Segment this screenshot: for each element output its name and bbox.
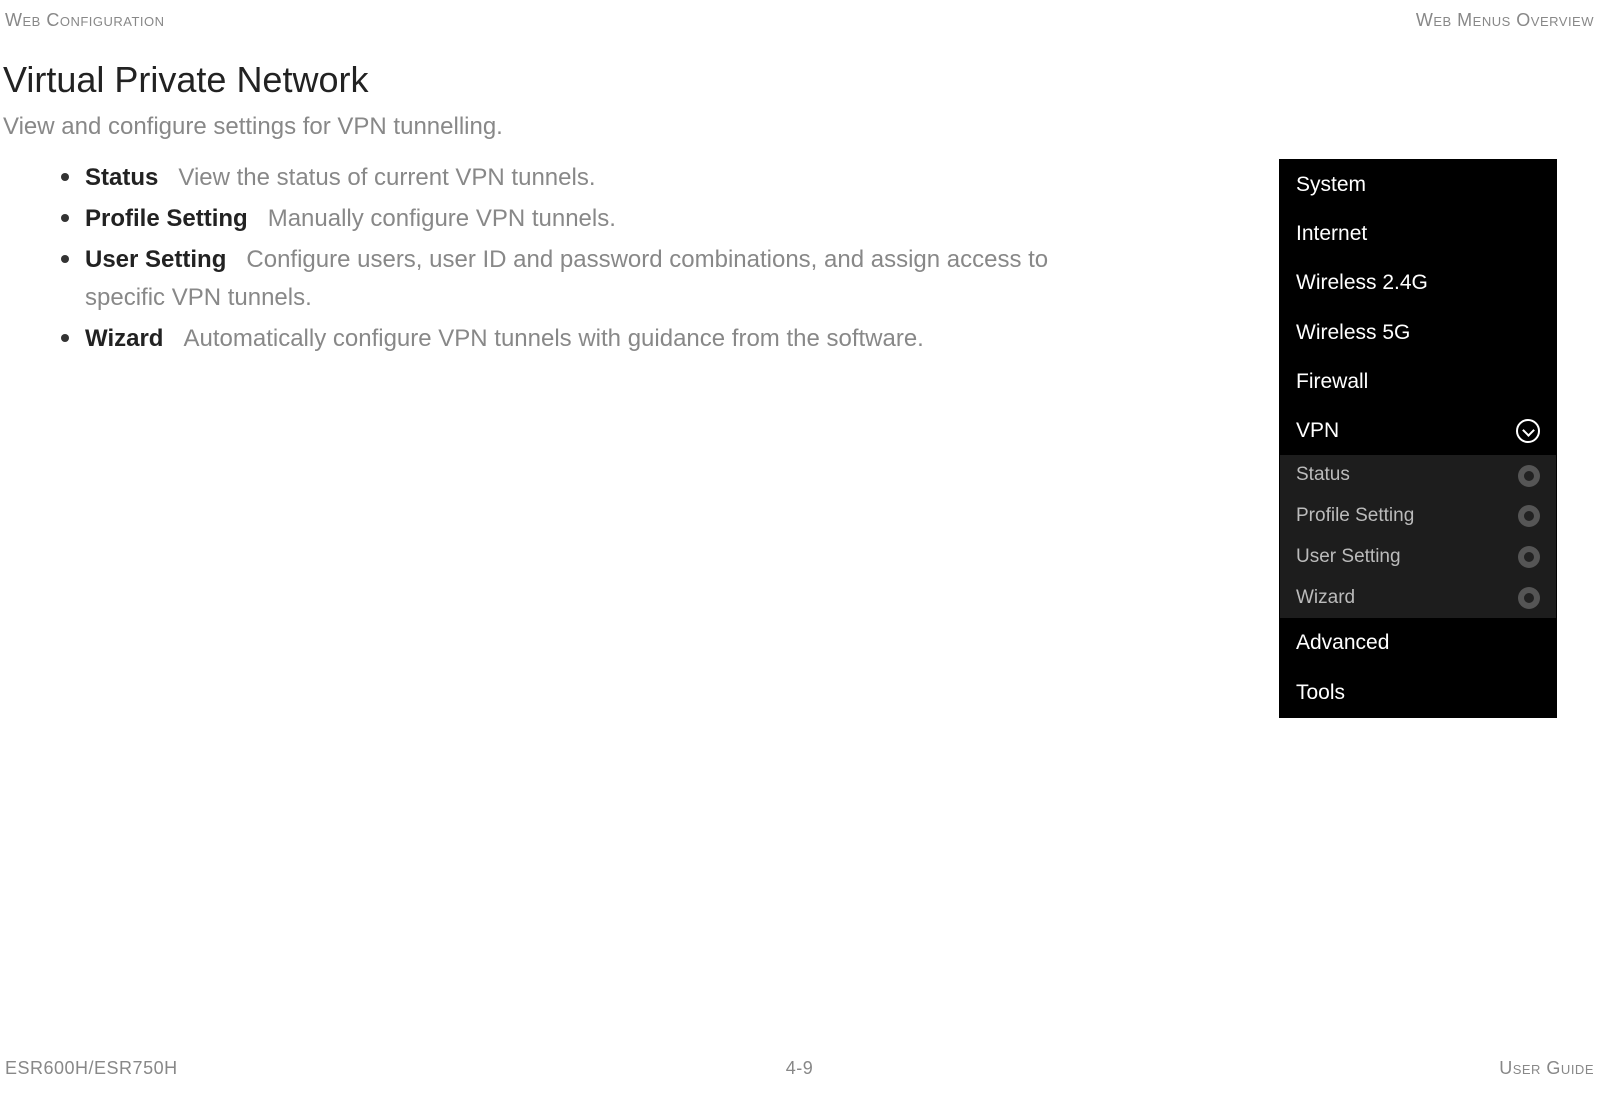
bullet-icon: [1518, 546, 1540, 568]
nav-item-vpn[interactable]: VPN: [1280, 406, 1556, 455]
bullet-icon: [1518, 465, 1540, 487]
item-desc: View the status of current VPN tunnels.: [165, 164, 595, 191]
nav-item-wireless-5g[interactable]: Wireless 5G: [1280, 308, 1556, 357]
header-right: Web Menus Overview: [1416, 10, 1594, 31]
chevron-down-icon: [1516, 419, 1540, 443]
list-item: Profile Setting Manually configure VPN t…: [85, 200, 1060, 237]
nav-item-system[interactable]: System: [1280, 160, 1556, 209]
bullet-icon: [1518, 505, 1540, 527]
item-label: Profile Setting: [85, 205, 248, 232]
sub-item-profile-setting[interactable]: Profile Setting: [1280, 496, 1556, 537]
header-left: Web Configuration: [5, 10, 165, 31]
item-label: Wizard: [85, 325, 163, 352]
list-item: User Setting Configure users, user ID an…: [85, 241, 1060, 315]
page-subtitle: View and configure settings for VPN tunn…: [0, 113, 1599, 141]
list-item: Status View the status of current VPN tu…: [85, 159, 1060, 196]
footer-model: ESR600H/ESR750H: [5, 1058, 178, 1079]
list-item: Wizard Automatically configure VPN tunne…: [85, 320, 1060, 357]
bullet-icon: [1518, 587, 1540, 609]
footer-guide-label: User Guide: [1499, 1058, 1594, 1079]
sidebar-menu: System Internet Wireless 2.4G Wireless 5…: [1279, 159, 1557, 718]
feature-list: Status View the status of current VPN tu…: [0, 159, 1060, 718]
sub-item-status[interactable]: Status: [1280, 455, 1556, 496]
item-label: Status: [85, 164, 158, 191]
nav-item-advanced[interactable]: Advanced: [1280, 618, 1556, 667]
item-desc: Automatically configure VPN tunnels with…: [170, 325, 924, 352]
item-label: User Setting: [85, 246, 226, 273]
nav-item-tools[interactable]: Tools: [1280, 668, 1556, 717]
item-desc: Manually configure VPN tunnels.: [254, 205, 616, 232]
nav-item-firewall[interactable]: Firewall: [1280, 357, 1556, 406]
page-title: Virtual Private Network: [0, 59, 1599, 101]
item-desc: Configure users, user ID and password co…: [85, 246, 1048, 310]
sub-item-user-setting[interactable]: User Setting: [1280, 537, 1556, 578]
sub-item-wizard[interactable]: Wizard: [1280, 578, 1556, 619]
footer-page-number: 4-9: [786, 1058, 814, 1079]
nav-item-wireless-24g[interactable]: Wireless 2.4G: [1280, 258, 1556, 307]
nav-item-internet[interactable]: Internet: [1280, 209, 1556, 258]
